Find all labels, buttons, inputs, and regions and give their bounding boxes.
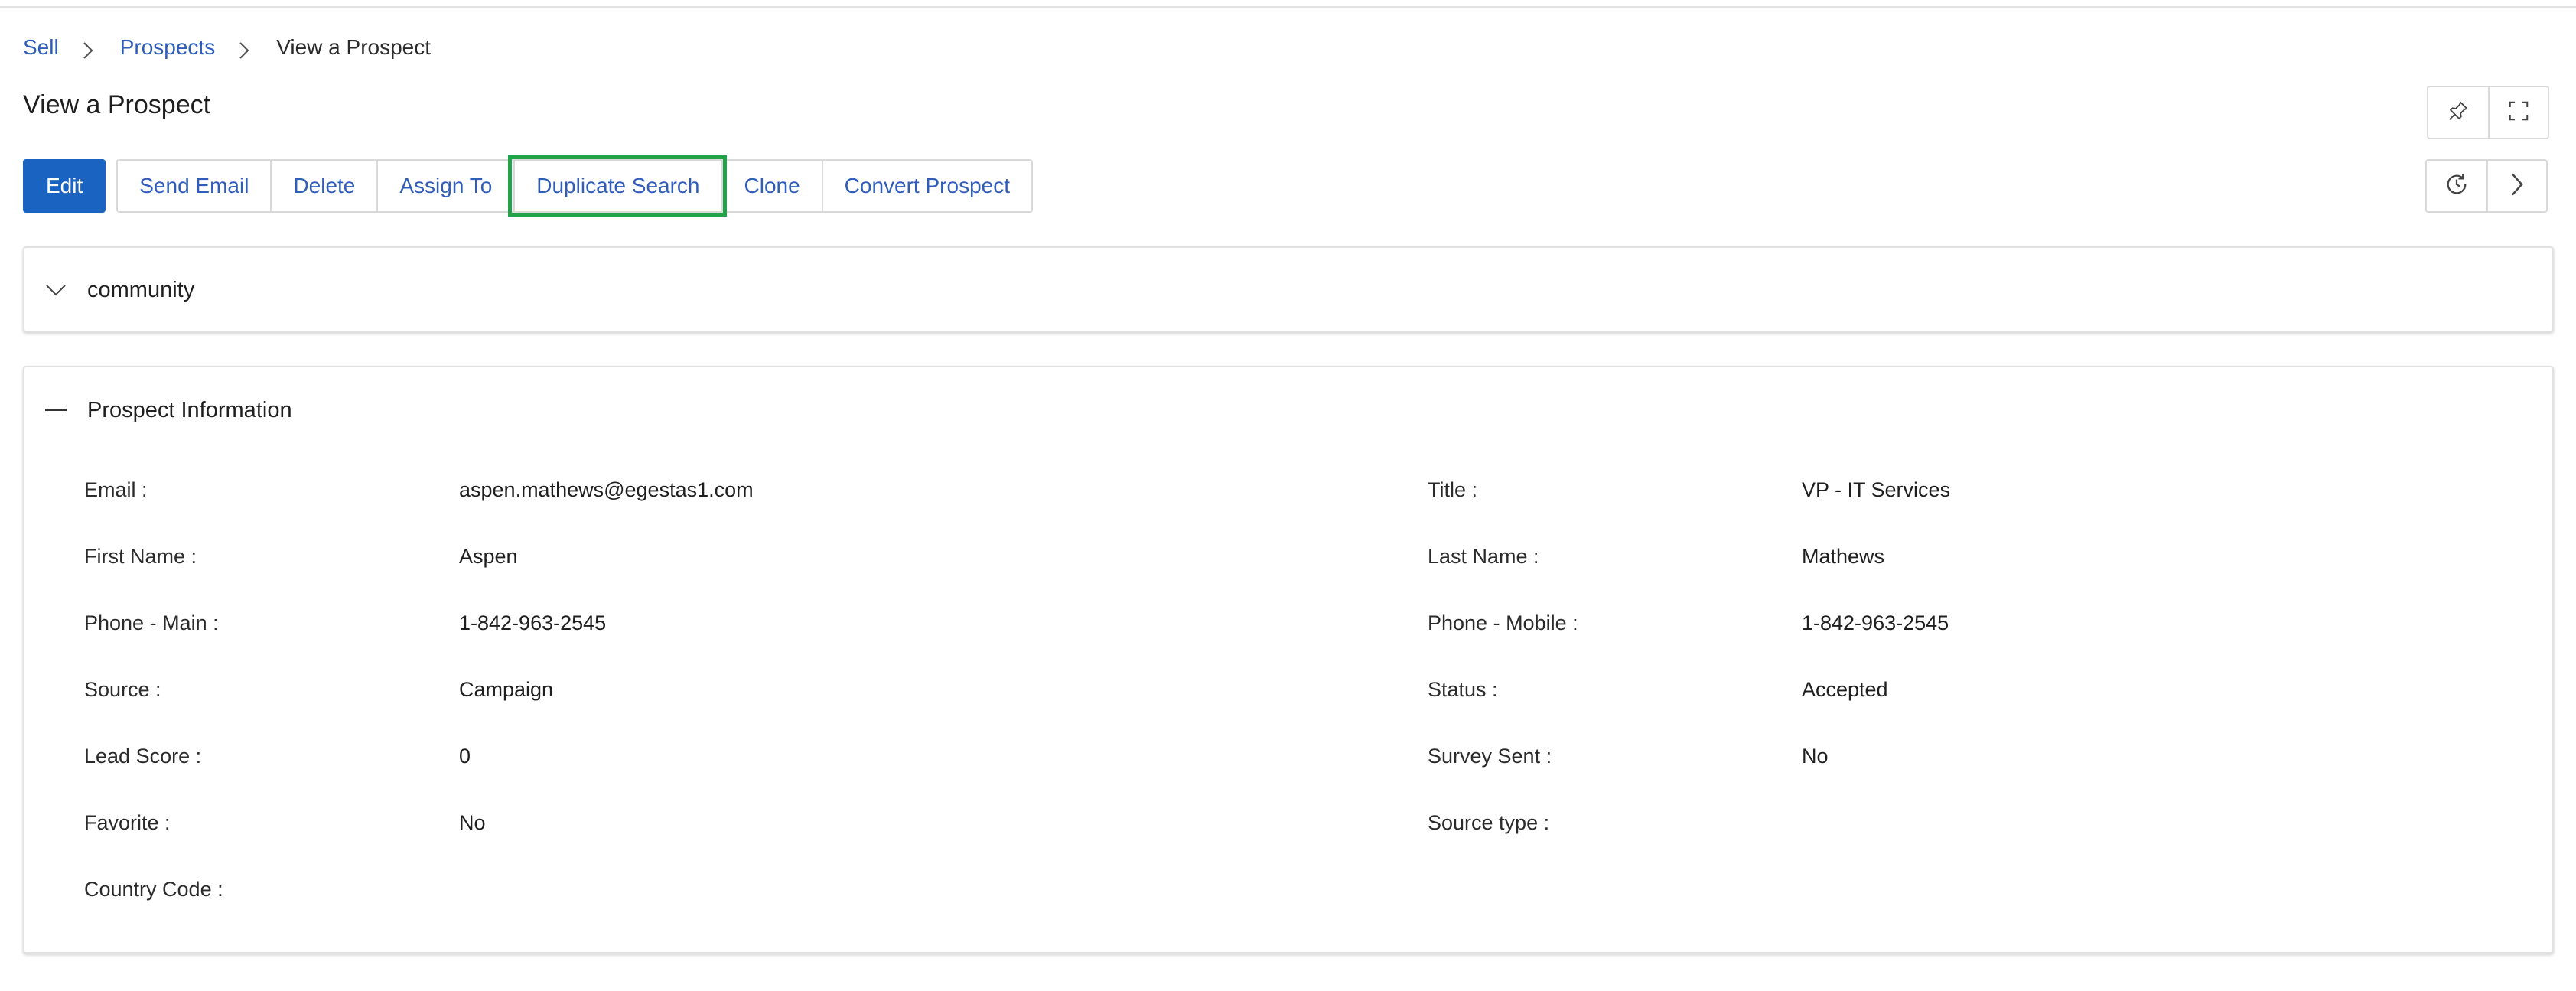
top-border (0, 0, 2576, 8)
phone-main-label: Phone - Main : (84, 611, 219, 634)
chevron-down-icon (44, 279, 67, 302)
convert-prospect-button[interactable]: Convert Prospect (821, 161, 1031, 211)
country-code-label: Country Code : (84, 878, 223, 901)
breadcrumb-prospects[interactable]: Prospects (120, 35, 216, 60)
first-name-value: Aspen (459, 545, 518, 568)
clone-button[interactable]: Clone (721, 161, 822, 211)
delete-button[interactable]: Delete (270, 161, 377, 211)
phone-main-value: 1-842-963-2545 (459, 611, 607, 634)
phone-mobile-value: 1-842-963-2545 (1802, 611, 1949, 634)
action-button-group: Send Email Delete Assign To Duplicate Se… (116, 155, 1033, 217)
title-value: VP - IT Services (1802, 478, 1951, 501)
breadcrumb: Sell Prospects View a Prospect (23, 32, 431, 63)
history-icon (2444, 171, 2470, 201)
last-name-value: Mathews (1802, 545, 1885, 568)
community-panel: community (23, 246, 2554, 332)
email-value: aspen.mathews@egestas1.com (459, 478, 754, 501)
chevron-right-icon (82, 41, 94, 59)
duplicate-search-button[interactable]: Duplicate Search (508, 155, 727, 217)
expand-icon (2507, 99, 2530, 126)
last-name-label: Last Name : (1428, 545, 1539, 568)
status-label: Status : (1428, 678, 1498, 701)
fullscreen-button[interactable] (2488, 87, 2548, 138)
breadcrumb-sell[interactable]: Sell (23, 35, 59, 60)
survey-sent-label: Survey Sent : (1428, 745, 1552, 768)
email-label: Email : (84, 478, 148, 501)
source-label: Source : (84, 678, 161, 701)
community-panel-title: community (87, 277, 195, 302)
page-title: View a Prospect (23, 90, 211, 119)
send-email-button[interactable]: Send Email (118, 161, 271, 211)
breadcrumb-current: View a Prospect (276, 35, 432, 59)
assign-to-button[interactable]: Assign To (376, 161, 514, 211)
history-button[interactable] (2427, 161, 2486, 211)
status-value: Accepted (1802, 678, 1888, 701)
chevron-right-icon (2509, 172, 2525, 200)
view-options-group (2427, 86, 2549, 139)
edit-button[interactable]: Edit (23, 159, 106, 213)
next-record-button[interactable] (2486, 161, 2546, 211)
prospect-information-panel: Prospect Information Email : aspen.mathe… (23, 366, 2554, 954)
record-nav-group (2425, 159, 2548, 213)
lead-score-value: 0 (459, 745, 471, 768)
phone-mobile-label: Phone - Mobile : (1428, 611, 1578, 634)
first-name-label: First Name : (84, 545, 197, 568)
chevron-right-icon (238, 41, 250, 59)
favorite-value: No (459, 811, 486, 834)
pin-icon (2447, 99, 2470, 126)
survey-sent-value: No (1802, 745, 1829, 768)
community-panel-header[interactable]: community (24, 248, 194, 332)
source-type-label: Source type : (1428, 811, 1550, 834)
collapse-icon (44, 399, 67, 422)
favorite-label: Favorite : (84, 811, 171, 834)
title-label: Title : (1428, 478, 1478, 501)
prospect-information-title: Prospect Information (87, 397, 292, 422)
pin-button[interactable] (2428, 87, 2488, 138)
action-toolbar: Edit Send Email Delete Assign To Duplica… (23, 155, 1033, 217)
lead-score-label: Lead Score : (84, 745, 202, 768)
source-value: Campaign (459, 678, 554, 701)
prospect-information-header[interactable]: Prospect Information (24, 367, 292, 453)
